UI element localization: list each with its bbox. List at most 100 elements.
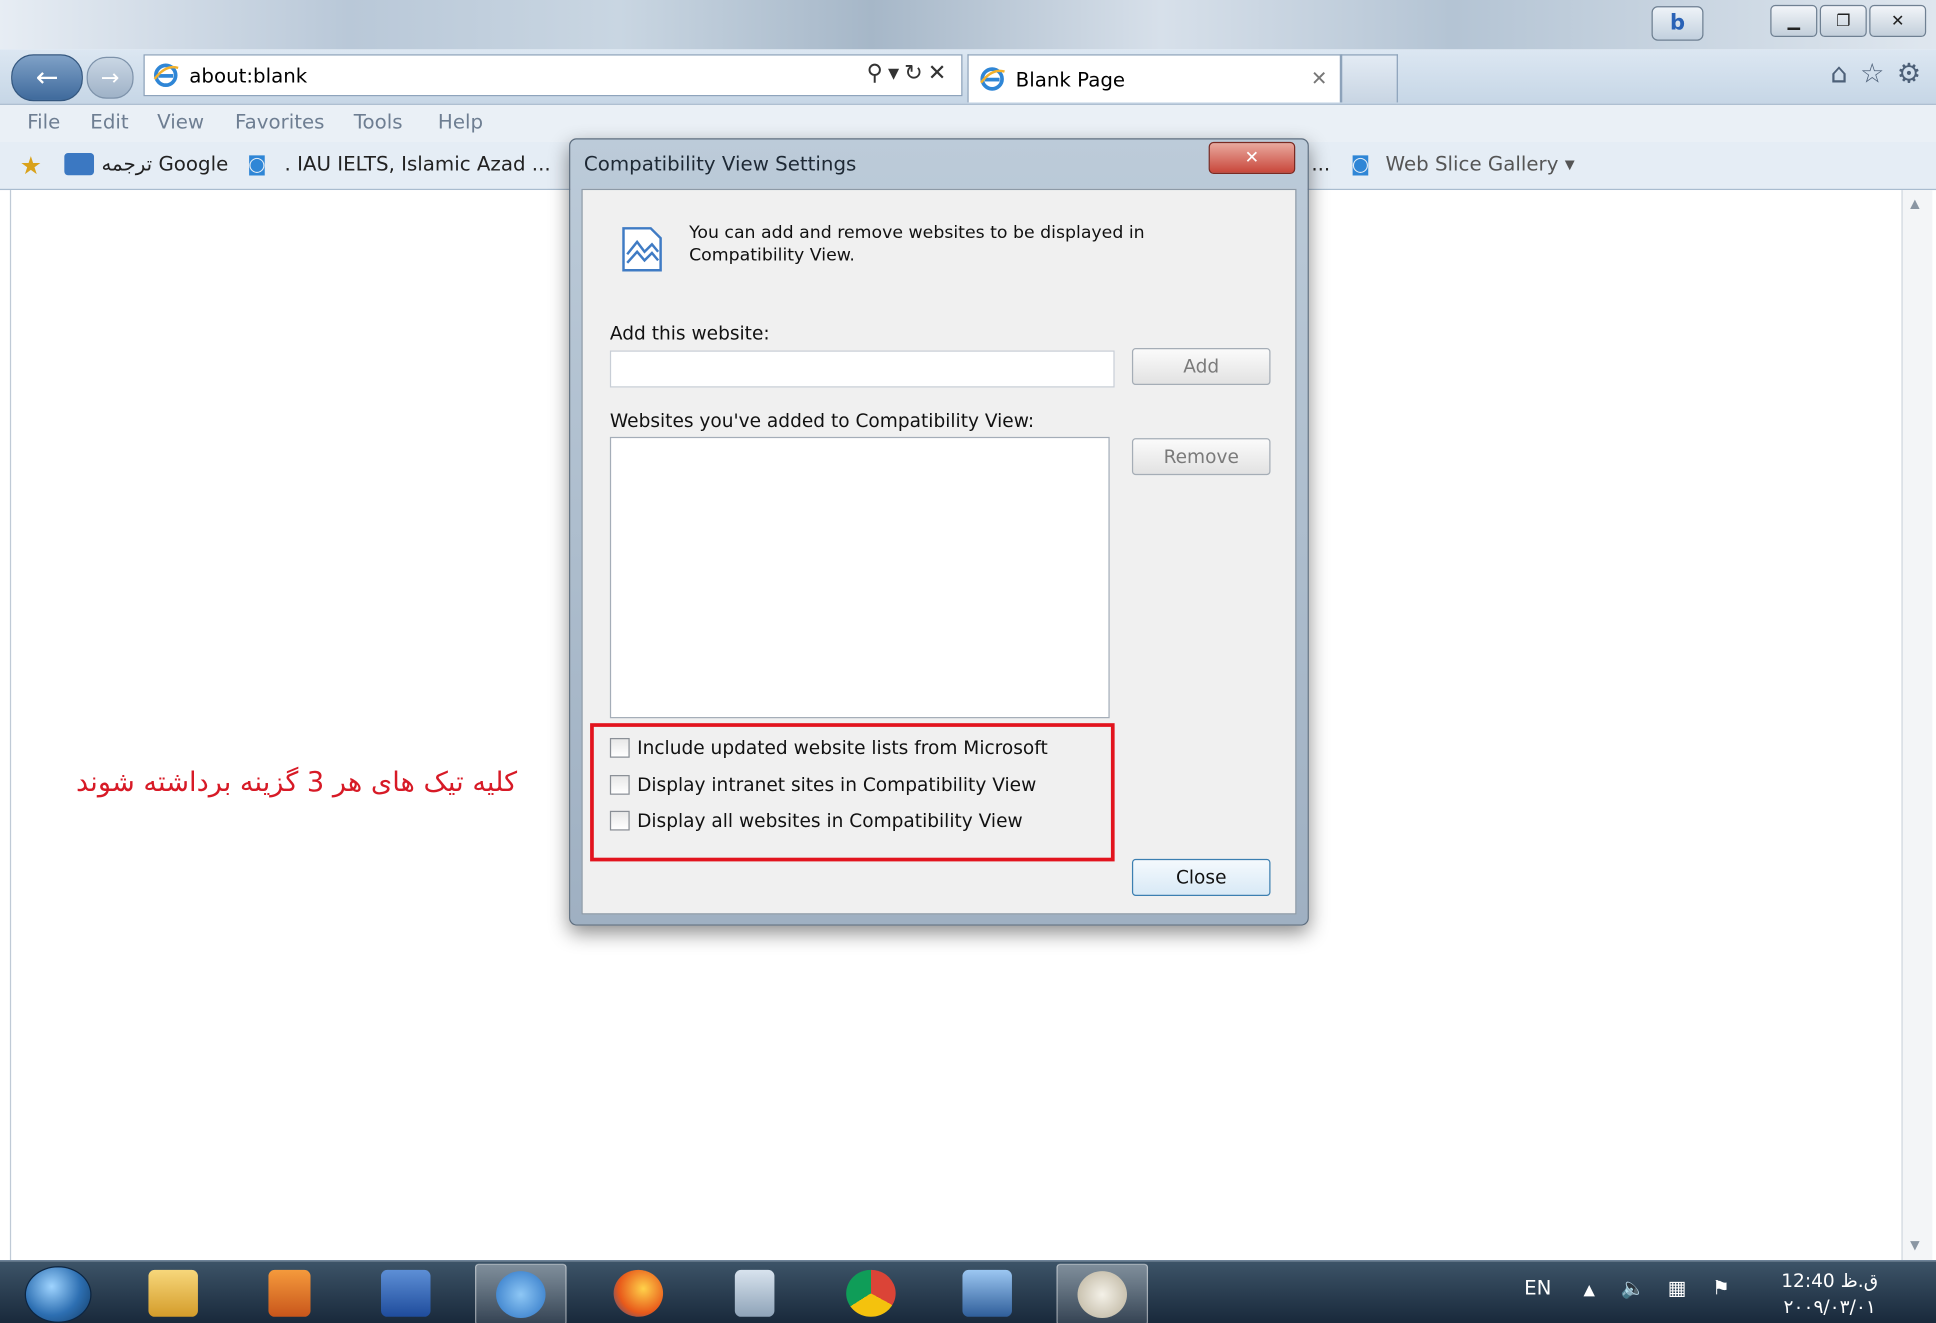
taskbar-chrome[interactable] xyxy=(826,1264,915,1323)
taskbar-explorer[interactable] xyxy=(129,1264,218,1323)
taskbar-paint[interactable] xyxy=(1056,1263,1149,1323)
menu-bar: File Edit View Favorites Tools Help xyxy=(0,104,1936,142)
favorites-star-add-icon[interactable]: ★ xyxy=(20,151,42,181)
scroll-up-icon[interactable]: ▲ xyxy=(1910,197,1920,211)
added-websites-list[interactable] xyxy=(609,436,1110,719)
close-icon: ✕ xyxy=(1244,148,1260,168)
clock-time: 12:40 ق.ظ xyxy=(1781,1269,1879,1293)
favorite-google-translate[interactable]: ترجمه Google xyxy=(101,152,228,175)
web-slice-icon: ◙ xyxy=(1350,151,1371,176)
remote-desktop-icon xyxy=(962,1269,1012,1317)
checkbox-display-all-websites[interactable] xyxy=(609,810,630,831)
add-website-input[interactable] xyxy=(609,350,1115,388)
taskbar-word[interactable] xyxy=(361,1264,450,1323)
stop-icon[interactable]: ✕ xyxy=(928,60,952,86)
word-icon xyxy=(381,1269,431,1317)
home-icon[interactable]: ⌂ xyxy=(1830,59,1847,90)
address-tools: ⚲▾↻✕ xyxy=(867,60,952,86)
gear-icon[interactable]: ⚙ xyxy=(1897,59,1921,90)
add-website-label: Add this website: xyxy=(609,322,770,345)
clock-date: ۲۰۰۹/۰۳/۰۱ xyxy=(1783,1295,1876,1319)
search-icon[interactable]: ⚲ xyxy=(867,60,888,86)
show-hidden-icons[interactable]: ▲ xyxy=(1583,1281,1594,1298)
menu-help[interactable]: Help xyxy=(438,110,483,133)
folder-icon xyxy=(148,1269,198,1317)
forward-arrow-icon: → xyxy=(100,64,120,91)
menu-edit[interactable]: Edit xyxy=(90,110,128,133)
taskbar-clock[interactable]: 12:40 ق.ظ ۲۰۰۹/۰۳/۰۱ xyxy=(1757,1269,1903,1321)
window-titlebar xyxy=(0,0,1936,50)
restore-icon: ❐ xyxy=(1836,11,1851,31)
tab-label: Blank Page xyxy=(1015,67,1126,92)
network-icon[interactable]: ▦ xyxy=(1668,1276,1687,1299)
taskbar-remote-desktop[interactable] xyxy=(943,1264,1032,1323)
address-bar[interactable]: about:blank ⚲▾↻✕ xyxy=(143,54,963,97)
minimize-button[interactable]: ▁ xyxy=(1770,4,1818,38)
firefox-icon xyxy=(613,1269,664,1317)
browser-right-icons: ⌂ ☆ ⚙ xyxy=(1830,59,1921,90)
start-button[interactable] xyxy=(24,1266,92,1323)
option-label: Display intranet sites in Compatibility … xyxy=(637,773,1037,796)
restore-button[interactable]: ❐ xyxy=(1819,4,1867,38)
option-label: Include updated website lists from Micro… xyxy=(637,736,1048,759)
annotation-text: کلیه تیک های هر 3 گزینه برداشته شوند xyxy=(76,767,518,799)
chrome-icon xyxy=(846,1269,896,1317)
favorites-overflow[interactable]: ... xyxy=(1311,152,1330,175)
vertical-scrollbar[interactable]: ▲ ▼ xyxy=(1901,190,1933,1261)
taskbar-firefox[interactable] xyxy=(594,1264,683,1323)
favorite-iau-ielts[interactable]: . IAU IELTS, Islamic Azad ... xyxy=(285,152,551,175)
address-text[interactable]: about:blank xyxy=(189,64,307,87)
close-icon: ✕ xyxy=(1890,11,1905,31)
language-indicator[interactable]: EN xyxy=(1524,1276,1551,1299)
ie-icon xyxy=(496,1271,546,1319)
taskbar-internet-explorer[interactable] xyxy=(475,1263,567,1323)
minimize-icon: ▁ xyxy=(1787,11,1800,31)
screen: b ▁ ❐ ✕ ← → about:blank ⚲▾↻✕ Blank Page … xyxy=(0,0,1936,1323)
window-controls: ▁ ❐ ✕ xyxy=(1770,4,1927,38)
dialog-body: You can add and remove websites to be di… xyxy=(581,188,1297,915)
calculator-icon xyxy=(734,1269,775,1317)
dialog-close-x-button[interactable]: ✕ xyxy=(1208,141,1296,175)
scroll-down-icon[interactable]: ▼ xyxy=(1910,1239,1920,1253)
dialog-title: Compatibility View Settings xyxy=(583,151,857,176)
taskbar-calculator[interactable] xyxy=(710,1264,799,1323)
option-include-updated-lists[interactable]: Include updated website lists from Micro… xyxy=(609,736,1048,759)
close-button[interactable]: Close xyxy=(1131,858,1271,896)
option-label: Display all websites in Compatibility Vi… xyxy=(637,809,1023,832)
checkbox-display-intranet[interactable] xyxy=(609,775,630,795)
tab-close-icon[interactable]: ✕ xyxy=(1311,67,1328,90)
taskbar-media-player[interactable] xyxy=(245,1264,334,1323)
ie-page-icon xyxy=(153,63,179,88)
option-display-intranet[interactable]: Display intranet sites in Compatibility … xyxy=(609,773,1037,796)
back-arrow-icon: ← xyxy=(35,62,59,94)
window-close-button[interactable]: ✕ xyxy=(1869,4,1927,38)
menu-file[interactable]: File xyxy=(27,110,60,133)
tab-blank-page[interactable]: Blank Page ✕ xyxy=(967,54,1342,103)
add-button[interactable]: Add xyxy=(1131,348,1271,386)
ie-tab-icon xyxy=(980,67,1005,91)
favorites-star-icon[interactable]: ☆ xyxy=(1860,59,1884,90)
favorite-web-slice-gallery[interactable]: Web Slice Gallery ▾ xyxy=(1386,152,1575,175)
broken-page-icon xyxy=(622,227,662,272)
remove-button[interactable]: Remove xyxy=(1131,438,1271,476)
favorite-page-icon: ◙ xyxy=(247,151,267,176)
new-tab-button[interactable] xyxy=(1341,54,1398,103)
option-display-all-websites[interactable]: Display all websites in Compatibility Vi… xyxy=(609,809,1023,832)
volume-icon[interactable]: 🔈 xyxy=(1621,1276,1646,1299)
compatibility-view-dialog: Compatibility View Settings ✕ You can ad… xyxy=(569,138,1309,926)
media-player-icon xyxy=(268,1269,311,1317)
bing-icon[interactable]: b xyxy=(1651,6,1704,41)
action-center-flag-icon[interactable]: ⚑ xyxy=(1712,1276,1730,1299)
refresh-icon[interactable]: ↻ xyxy=(904,60,928,86)
checkbox-include-updated-lists[interactable] xyxy=(609,737,630,758)
menu-tools[interactable]: Tools xyxy=(354,110,403,133)
menu-favorites[interactable]: Favorites xyxy=(235,110,324,133)
translate-icon xyxy=(64,153,95,176)
dropdown-icon[interactable]: ▾ xyxy=(888,60,904,86)
added-websites-label: Websites you've added to Compatibility V… xyxy=(609,409,1035,432)
back-button[interactable]: ← xyxy=(11,54,83,102)
forward-button[interactable]: → xyxy=(86,56,134,99)
dialog-intro-text: You can add and remove websites to be di… xyxy=(689,223,1145,266)
menu-view[interactable]: View xyxy=(157,110,204,133)
paint-icon xyxy=(1077,1271,1127,1319)
